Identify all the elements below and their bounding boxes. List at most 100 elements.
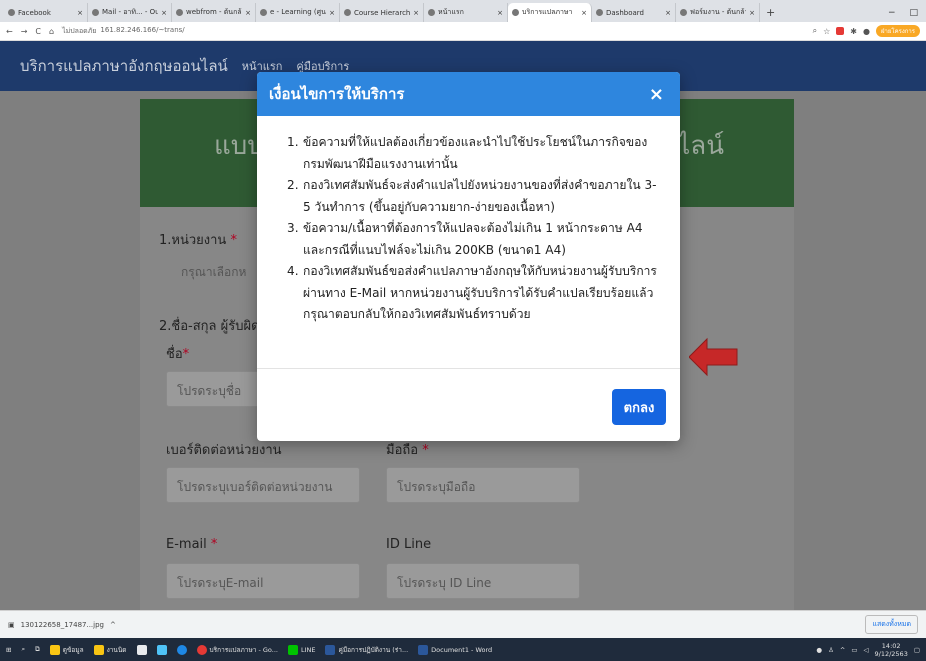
volume-icon[interactable]: ◁ [864, 646, 869, 654]
chrome-icon [196, 644, 207, 655]
forward-icon[interactable]: → [21, 27, 28, 36]
close-icon[interactable]: × [649, 84, 664, 105]
task-view-icon[interactable]: ⧉ [35, 645, 40, 654]
star-icon[interactable]: ☆ [823, 27, 830, 36]
taskbar-app[interactable]: ดูข้อมูล [49, 644, 84, 655]
browser-tab[interactable]: e - Learning (ศูนย์พัฒนา...× [256, 3, 340, 22]
site-brand[interactable]: บริการแปลภาษาอังกฤษออนไลน์ [20, 54, 228, 78]
file-icon: ▣ [8, 620, 15, 629]
email-input[interactable]: โปรดระบุE-mail [166, 563, 360, 599]
browser-tab-active[interactable]: บริการแปลภาษา × [508, 3, 592, 22]
windows-start-icon[interactable]: ⊞ [6, 646, 11, 654]
site-icon [260, 9, 267, 16]
browser-tab[interactable]: Course Hierarchic...× [340, 3, 424, 22]
close-tab-icon[interactable]: × [497, 9, 503, 17]
lock-icon [136, 644, 147, 655]
site-icon [176, 9, 183, 16]
red-arrow-icon [689, 337, 738, 377]
condition-item: 1. ข้อความที่ให้แปลต้องเกี่ยวข้องและนำไปใ… [287, 135, 648, 171]
taskbar-app-chrome[interactable]: บริการแปลภาษา - Go... [196, 644, 278, 655]
network-icon[interactable]: ▭ [851, 646, 857, 654]
insecure-label: ไม่ปลอดภัย [62, 26, 97, 35]
modal-header: เงื่อนไขการให้บริการ × [257, 72, 680, 116]
chevron-up-icon[interactable]: ^ [110, 621, 116, 629]
line-id-input[interactable]: โปรดระบุ ID Line [386, 563, 580, 599]
line-icon [287, 644, 298, 655]
word-icon [418, 644, 429, 655]
url-field[interactable]: ไม่ปลอดภัย 161.82.246.166/~trans/ [62, 26, 805, 37]
site-icon [344, 9, 351, 16]
close-tab-icon[interactable]: × [581, 9, 587, 17]
chevron-up-icon[interactable]: ^ [840, 646, 845, 654]
condition-item: 3. ข้อความ/เนื้อหาที่ต้องการให้แปลจะต้องไ… [287, 221, 643, 257]
ok-button[interactable]: ตกลง [612, 389, 666, 425]
reload-icon[interactable]: C [35, 27, 41, 36]
browser-tab[interactable]: ฟอร์มงาน - ต้นกล้า E...× [676, 3, 760, 22]
browser-tab[interactable]: Mail - อาทิ... - Outlook× [88, 3, 172, 22]
close-tab-icon[interactable]: × [413, 9, 419, 17]
form-title-end: ไลน์ [677, 131, 724, 161]
download-item[interactable]: 130122658_17487...jpg [21, 621, 104, 629]
profile-avatar-icon[interactable]: ● [863, 27, 870, 36]
zoom-icon[interactable]: ⌕ [813, 26, 817, 36]
browser-tab[interactable]: หน้าแรก × [424, 3, 508, 22]
line-id-label: ID Line [386, 537, 432, 552]
folder-icon [49, 644, 60, 655]
new-tab-button[interactable]: + [760, 3, 781, 22]
people-icon[interactable]: ♙ [828, 646, 834, 654]
close-tab-icon[interactable]: × [161, 9, 167, 17]
browser-tab[interactable]: Dashboard × [592, 3, 676, 22]
office-phone-input[interactable]: โปรดระบุเบอร์ติดต่อหน่วยงาน [166, 467, 360, 503]
modal-body: 1. ข้อความที่ให้แปลต้องเกี่ยวข้องและนำไปใ… [257, 116, 680, 369]
date-text: 9/12/2563 [874, 649, 908, 658]
taskbar-app-line[interactable]: LINE [287, 644, 315, 655]
show-all-downloads-button[interactable]: แสดงทั้งหมด [865, 615, 918, 634]
puzzle-icon[interactable]: ✱ [850, 27, 857, 36]
taskbar-app[interactable]: Document1 - Word [418, 644, 492, 655]
minimize-button[interactable]: − [888, 8, 896, 18]
mobile-input[interactable]: โปรดระบุมือถือ [386, 467, 580, 503]
condition-item: 2. กองวิเทศสัมพันธ์จะส่งคำแปลไปยังหน่วยงา… [287, 178, 657, 214]
condition-item: 4. กองวิเทศสัมพันธ์ขอส่งคำแปลภาษาอังกฤษให… [287, 264, 657, 321]
notification-icon[interactable]: ▢ [914, 646, 920, 654]
back-icon[interactable]: ← [6, 27, 13, 36]
profile-button[interactable]: ฝ่ายโครงการ [875, 25, 920, 37]
clock[interactable]: 14:02 9/12/2563 [875, 642, 908, 658]
office-phone-label: เบอร์ติดต่อหน่วยงาน [166, 443, 282, 458]
tray-app-icon[interactable]: ● [816, 646, 822, 654]
facebook-icon [8, 9, 15, 16]
taskbar-app[interactable]: คู่มือการปฏิบัติงาน (ร่า... [325, 644, 408, 655]
address-bar: ← → C ⌂ ไม่ปลอดภัย 161.82.246.166/~trans… [0, 22, 926, 41]
close-tab-icon[interactable]: × [245, 9, 251, 17]
browser-tab-strip: Facebook× Mail - อาทิ... - Outlook× webf… [0, 0, 926, 22]
edge-icon [176, 644, 187, 655]
first-name-input[interactable]: โปรดระบุชื่อ [166, 371, 266, 407]
taskbar-app[interactable] [156, 644, 167, 655]
home-icon[interactable]: ⌂ [49, 27, 54, 36]
taskbar-app[interactable] [136, 644, 147, 655]
outlook-icon [92, 9, 99, 16]
close-tab-icon[interactable]: × [77, 9, 83, 17]
system-tray: ● ♙ ^ ▭ ◁ 14:02 9/12/2563 ▢ [816, 642, 920, 658]
folder-icon [93, 644, 104, 655]
site-icon [428, 9, 435, 16]
search-icon[interactable]: ⌕ [21, 645, 25, 654]
close-tab-icon[interactable]: × [749, 9, 755, 17]
mobile-label: มือถือ * [386, 443, 429, 458]
extension-icon[interactable] [836, 27, 845, 35]
url-text: 161.82.246.166/~trans/ [100, 25, 185, 34]
maximize-button[interactable]: □ [909, 8, 918, 18]
window-controls: − □ [888, 3, 926, 22]
browser-tab[interactable]: webfrom - ต้นกล้า E...× [172, 3, 256, 22]
browser-tab[interactable]: Facebook × [4, 3, 88, 22]
modal-title: เงื่อนไขการให้บริการ [269, 85, 405, 103]
word-icon [325, 644, 336, 655]
email-label: E-mail * [166, 537, 218, 552]
site-icon [596, 9, 603, 16]
taskbar-app[interactable] [176, 644, 187, 655]
taskbar-app[interactable]: งานนิด [93, 644, 127, 655]
close-tab-icon[interactable]: × [329, 9, 335, 17]
store-icon [156, 644, 167, 655]
close-tab-icon[interactable]: × [665, 9, 671, 17]
terms-modal: เงื่อนไขการให้บริการ × 1. ข้อความที่ให้แป… [257, 72, 680, 441]
